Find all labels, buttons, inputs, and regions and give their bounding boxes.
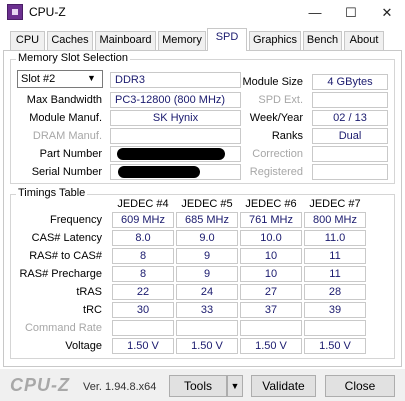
timing-cell: 39 (304, 302, 366, 318)
timings-group-title: Timings Table (16, 187, 88, 199)
dram-manuf-field (110, 128, 241, 144)
close-icon[interactable]: ✕ (369, 0, 405, 26)
timing-cell: 1.50 V (240, 338, 302, 354)
max-bandwidth-label: Max Bandwidth (26, 94, 102, 106)
timing-row-label: CAS# Latency (31, 232, 102, 244)
module-manuf-label: Module Manuf. (29, 112, 102, 124)
dram-manuf-label: DRAM Manuf. (32, 130, 102, 142)
chevron-down-icon: ▼ (230, 381, 240, 391)
spd-ext-label: SPD Ext. (258, 94, 303, 106)
memory-type-field: DDR3 (110, 72, 241, 88)
timing-cell: 9 (176, 248, 238, 264)
timing-cell: 10 (240, 266, 302, 282)
correction-field (312, 146, 388, 162)
tab-graphics[interactable]: Graphics (249, 31, 301, 50)
ranks-field: Dual (312, 128, 388, 144)
module-manuf-field: SK Hynix (110, 110, 241, 126)
timing-row-label: Voltage (65, 340, 102, 352)
part-number-label: Part Number (39, 148, 102, 160)
timing-cell: 33 (176, 302, 238, 318)
maximize-icon[interactable]: ☐ (333, 0, 369, 26)
redaction-mark (117, 148, 225, 160)
timing-cell: 10.0 (240, 230, 302, 246)
close-button[interactable]: Close (325, 375, 395, 397)
timing-cell: 761 MHz (240, 212, 302, 228)
timing-row-label: RAS# Precharge (19, 268, 102, 280)
tab-spd[interactable]: SPD (207, 28, 247, 51)
tools-button[interactable]: Tools (169, 375, 227, 397)
timing-cell: 1.50 V (112, 338, 174, 354)
app-icon (7, 4, 23, 20)
timing-cell (304, 320, 366, 336)
timing-column-header: JEDEC #7 (309, 198, 361, 210)
timing-cell: 9.0 (176, 230, 238, 246)
week-year-field: 02 / 13 (312, 110, 388, 126)
tab-memory[interactable]: Memory (158, 31, 206, 50)
chevron-down-icon: ▼ (87, 73, 96, 83)
timing-cell: 609 MHz (112, 212, 174, 228)
timing-column-header: JEDEC #6 (245, 198, 297, 210)
timing-cell: 1.50 V (304, 338, 366, 354)
validate-button[interactable]: Validate (251, 375, 316, 397)
spd-ext-field (312, 92, 388, 108)
timing-cell (176, 320, 238, 336)
timing-cell: 27 (240, 284, 302, 300)
timing-cell: 1.50 V (176, 338, 238, 354)
timing-cell: 11.0 (304, 230, 366, 246)
slot-select-value: Slot #2 (21, 73, 56, 85)
registered-label: Registered (249, 166, 303, 178)
tab-caches[interactable]: Caches (47, 31, 93, 50)
timing-column-header: JEDEC #5 (181, 198, 233, 210)
minimize-icon[interactable]: — (297, 0, 333, 26)
timing-cell: 9 (176, 266, 238, 282)
timing-cell (112, 320, 174, 336)
timing-row-label: Frequency (50, 214, 102, 226)
week-year-label: Week/Year (249, 112, 303, 124)
tools-dropdown[interactable]: ▼ (227, 375, 243, 397)
timing-cell (240, 320, 302, 336)
timing-cell: 8 (112, 266, 174, 282)
module-size-field: 4 GBytes (312, 74, 388, 90)
timing-cell: 37 (240, 302, 302, 318)
ranks-label: Ranks (271, 130, 303, 142)
slot-select[interactable]: Slot #2 ▼ (17, 70, 103, 88)
timing-cell: 22 (112, 284, 174, 300)
timing-column-header: JEDEC #4 (117, 198, 169, 210)
timing-cell: 30 (112, 302, 174, 318)
registered-field (312, 164, 388, 180)
max-bandwidth-field: PC3-12800 (800 MHz) (110, 92, 241, 108)
timing-row-label: tRC (83, 304, 102, 316)
tab-bench[interactable]: Bench (303, 31, 342, 50)
memory-slot-group-title: Memory Slot Selection (16, 52, 131, 64)
timing-row-label: RAS# to CAS# (29, 250, 102, 262)
timing-cell: 11 (304, 266, 366, 282)
version-label: Ver. 1.94.8.x64 (83, 381, 157, 393)
timing-row-label: tRAS (76, 286, 102, 298)
title-bar: CPU-Z — ☐ ✕ (0, 0, 405, 26)
module-size-label: Module Size (242, 76, 303, 88)
redaction-mark (118, 166, 200, 178)
tab-about[interactable]: About (344, 31, 384, 50)
correction-label: Correction (252, 148, 303, 160)
timing-cell: 685 MHz (176, 212, 238, 228)
timing-cell: 28 (304, 284, 366, 300)
timing-cell: 11 (304, 248, 366, 264)
timing-row-label: Command Rate (24, 322, 102, 334)
timing-cell: 8 (112, 248, 174, 264)
timing-cell: 10 (240, 248, 302, 264)
timing-cell: 8.0 (112, 230, 174, 246)
serial-number-label: Serial Number (31, 166, 102, 178)
window-title: CPU-Z (29, 5, 66, 19)
tab-mainboard[interactable]: Mainboard (95, 31, 156, 50)
timing-cell: 800 MHz (304, 212, 366, 228)
cpuz-logo: CPU-Z (10, 375, 70, 395)
tab-cpu[interactable]: CPU (10, 31, 45, 50)
timing-cell: 24 (176, 284, 238, 300)
